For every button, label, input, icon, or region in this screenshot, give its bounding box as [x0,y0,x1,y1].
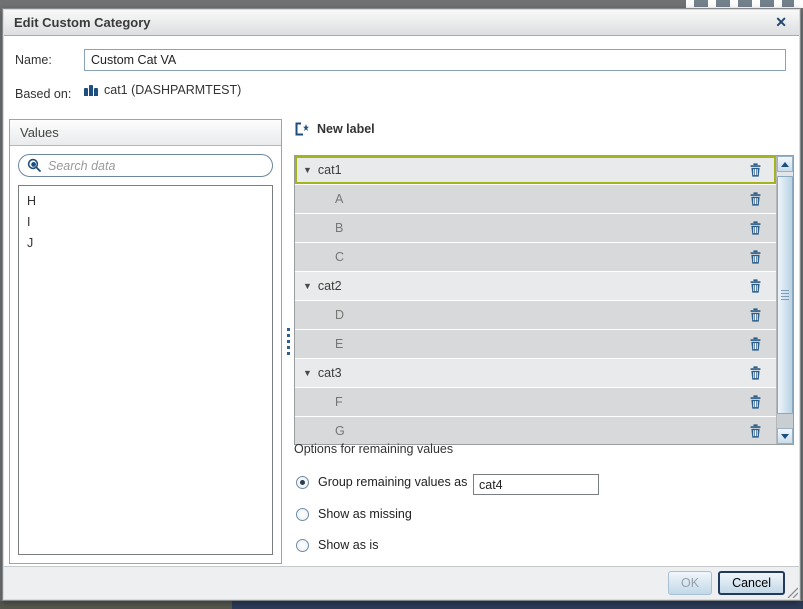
name-input[interactable] [84,49,786,71]
new-label-icon [295,122,309,136]
delete-trash-icon[interactable] [749,337,762,351]
panel-splitter[interactable] [284,119,292,564]
collapse-caret-icon[interactable]: ▼ [303,165,312,175]
radio-show-as-is[interactable]: Show as is [296,538,378,552]
scroll-down-button[interactable] [777,428,793,444]
search-box[interactable] [18,154,273,177]
label-row-value[interactable]: A [295,185,776,213]
radio-button-icon[interactable] [296,507,309,521]
value-item[interactable]: J [19,233,272,254]
search-icon [27,158,41,172]
radio-show-as-missing[interactable]: Show as missing [296,507,412,521]
background-window-bottom-left-fragment [0,601,232,609]
label-row-value[interactable]: E [295,330,776,358]
background-window-toolbar-fragment [694,0,794,7]
scrollbar-thumb[interactable] [777,176,793,414]
value-item[interactable]: H [19,191,272,212]
delete-trash-icon[interactable] [749,221,762,235]
options-heading: Options for remaining values [294,442,454,456]
based-on-label: Based on: [15,87,72,101]
labels-list-scrollbar[interactable] [776,156,793,444]
based-on-value: cat1 (DASHPARMTEST) [104,83,242,97]
delete-trash-icon[interactable] [749,192,762,206]
scroll-up-button[interactable] [777,156,793,172]
label-row-group[interactable]: ▼ cat1 [295,156,776,184]
values-panel-header: Values [10,120,281,146]
delete-trash-icon[interactable] [749,308,762,322]
labels-list: ▼ cat1 A B C ▼ cat2 D E ▼ cat3 F G [294,155,794,445]
label-row-value[interactable]: C [295,243,776,271]
resize-grip-icon[interactable] [787,587,798,598]
radio-button-icon[interactable] [296,475,309,489]
label-row-group[interactable]: ▼ cat2 [295,272,776,300]
label-row-value[interactable]: G [295,417,776,444]
dialog-titlebar[interactable]: Edit Custom Category ✕ [4,10,799,36]
cancel-button[interactable]: Cancel [718,571,785,595]
radio-button-icon[interactable] [296,538,309,552]
based-on-row: cat1 (DASHPARMTEST) [84,83,241,97]
name-label: Name: [15,53,52,67]
label-row-value[interactable]: D [295,301,776,329]
delete-trash-icon[interactable] [749,366,762,380]
scrollbar-grip-icon [781,290,789,300]
collapse-caret-icon[interactable]: ▼ [303,281,312,291]
search-input[interactable] [48,158,264,173]
label-row-value[interactable]: F [295,388,776,416]
delete-trash-icon[interactable] [749,424,762,438]
delete-trash-icon[interactable] [749,250,762,264]
delete-trash-icon[interactable] [749,395,762,409]
label-row-group[interactable]: ▼ cat3 [295,359,776,387]
delete-trash-icon[interactable] [749,279,762,293]
dialog-title: Edit Custom Category [14,15,151,30]
arrow-down-icon [781,433,789,439]
dialog-footer: OK Cancel [4,566,799,599]
collapse-caret-icon[interactable]: ▼ [303,368,312,378]
category-bar-chart-icon [84,84,98,96]
group-as-input[interactable] [473,474,599,495]
ok-button[interactable]: OK [668,571,713,595]
label-row-value[interactable]: B [295,214,776,242]
values-panel: Values H I J [9,119,282,564]
edit-custom-category-dialog: Edit Custom Category ✕ Name: Based on: c… [2,8,801,601]
new-label-button-text: New label [317,122,375,136]
arrow-up-icon [781,161,789,167]
close-icon[interactable]: ✕ [773,14,789,31]
value-item[interactable]: I [19,212,272,233]
values-list[interactable]: H I J [18,185,273,555]
labels-rows: ▼ cat1 A B C ▼ cat2 D E ▼ cat3 F G [295,156,776,444]
new-label-button[interactable]: New label [294,121,375,137]
splitter-grip-icon [286,328,290,355]
delete-trash-icon[interactable] [749,163,762,177]
radio-group-remaining[interactable]: Group remaining values as [296,475,467,489]
